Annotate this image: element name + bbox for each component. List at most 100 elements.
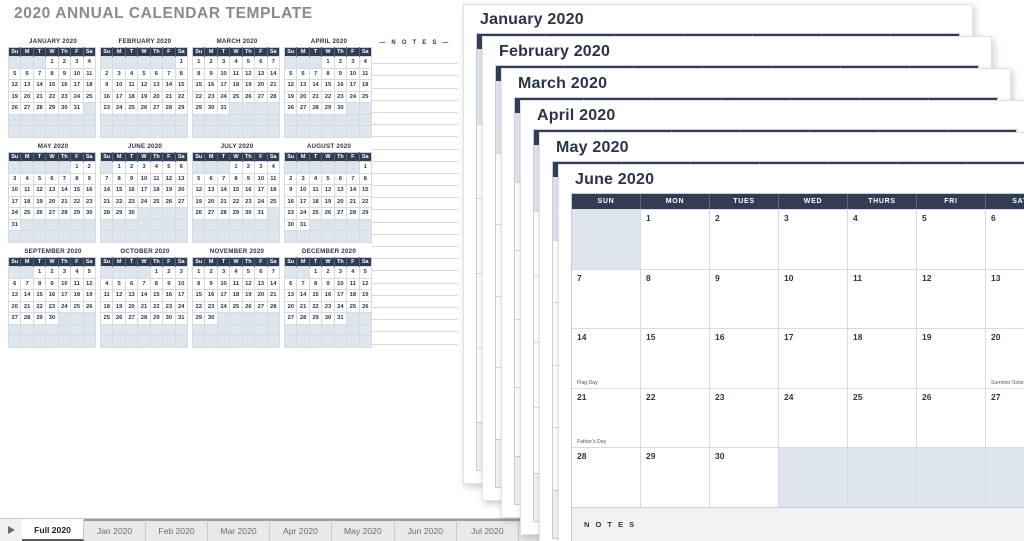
day-number: 26	[922, 391, 932, 402]
day-cell[interactable]: 16	[710, 329, 779, 388]
stacked-month-pages: January 2020 SUNMONTUESWEDTHURSFRI SAT Febr…	[0, 0, 1024, 541]
day-number: 14	[577, 332, 587, 343]
day-number: 8	[646, 272, 651, 283]
week-row: 7 8 9 10 11 12 13	[572, 268, 1024, 329]
day-cell[interactable]: 23	[710, 388, 779, 448]
day-cell[interactable]: 28	[572, 448, 641, 507]
day-cell[interactable]: 26	[917, 388, 986, 448]
day-number: 10	[784, 272, 794, 283]
day-cell[interactable]: 7	[572, 269, 641, 329]
sheet-tab-feb-2020[interactable]: Feb 2020	[146, 519, 208, 541]
day-number: 7	[577, 272, 582, 283]
day-number: 29	[646, 451, 656, 462]
day-cell[interactable]: 19	[917, 329, 986, 388]
weekday-header: MON	[641, 194, 710, 209]
day-cell[interactable]: 4	[848, 210, 917, 269]
day-cell[interactable]: 15	[641, 329, 710, 388]
month-page-title: May 2020	[556, 139, 629, 156]
weekday-header: WED	[779, 194, 848, 209]
day-cell[interactable]: 24	[779, 388, 848, 448]
day-number: 15	[646, 332, 656, 343]
weekday-header-row: SUNMONTUESWEDTHURSFRI SAT	[572, 194, 1024, 209]
week-row: 14 Flag Day 15 16 17 18 19 20 Summer Solstice	[572, 328, 1024, 388]
day-event-label: Flag Day	[577, 379, 598, 386]
day-cell-empty	[779, 448, 848, 507]
day-number: 16	[715, 332, 725, 343]
weekday-header: SAT	[1012, 198, 1024, 205]
month-page-june-2020[interactable]: June 2020SUNMONTUESWEDTHURSFRISAT1234567…	[558, 164, 1024, 541]
day-cell[interactable]: 20 Summer Solstice	[986, 329, 1024, 388]
sheet-tab-jan-2020[interactable]: Jan 2020	[84, 519, 146, 541]
day-cell[interactable]: 2	[710, 210, 779, 269]
day-number: 21	[577, 391, 587, 402]
day-cell[interactable]: 18	[848, 329, 917, 388]
day-number: 25	[853, 391, 863, 402]
day-cell-empty	[986, 448, 1024, 507]
day-number: 24	[784, 391, 794, 402]
day-cell[interactable]: 11	[848, 269, 917, 329]
sheet-tab-jun-2020[interactable]: Jun 2020	[394, 519, 457, 541]
day-cell[interactable]: 8	[641, 269, 710, 329]
day-cell[interactable]: 17	[779, 329, 848, 388]
sheet-tab-may-2020[interactable]: May 2020	[332, 519, 395, 541]
day-cell[interactable]: 29	[641, 448, 710, 507]
day-cell[interactable]: 27	[986, 388, 1024, 448]
day-number: 4	[853, 213, 858, 223]
day-cell[interactable]: 21 Father's Day	[572, 388, 641, 448]
day-number: 9	[715, 272, 720, 283]
month-notes-box[interactable]: N O T E S	[572, 506, 1024, 541]
weekday-header: SUN	[572, 194, 641, 209]
day-number: 30	[715, 451, 725, 462]
day-number: 13	[991, 272, 1001, 283]
weekday-header: TUES	[710, 194, 779, 209]
sheet-tab-jul-2020[interactable]: Jul 2020	[456, 519, 519, 541]
day-number: 17	[784, 332, 794, 343]
day-cell[interactable]: 14 Flag Day	[572, 329, 641, 388]
day-cell[interactable]: 22	[641, 388, 710, 448]
week-row: 21 Father's Day 22 23 24 25 26 27	[572, 387, 1024, 448]
day-cell[interactable]: 25	[848, 388, 917, 448]
day-event-label: Summer Solstice	[991, 379, 1024, 386]
day-event-label: Father's Day	[577, 439, 607, 446]
day-cell-empty	[848, 448, 917, 507]
day-number: 20	[991, 332, 1001, 343]
day-cell-empty	[917, 448, 986, 507]
day-number: 27	[991, 391, 1001, 402]
day-cell[interactable]: 3	[779, 210, 848, 269]
week-row: 28 29 30	[572, 447, 1024, 507]
sheet-tab-full-2020[interactable]: Full 2020	[22, 519, 84, 541]
month-grid: SUNMONTUESWEDTHURSFRISAT1234567891011121…	[571, 193, 1024, 541]
day-cell[interactable]: 13	[986, 269, 1024, 329]
week-row: 1 2 3 4 5 6	[572, 209, 1024, 269]
month-page-title: April 2020	[537, 107, 616, 124]
day-cell-empty	[572, 210, 641, 269]
day-cell[interactable]: 5	[917, 210, 986, 269]
day-number: 23	[715, 391, 725, 402]
day-cell[interactable]: 9	[710, 269, 779, 329]
day-number: 2	[715, 213, 720, 223]
sheet-tab-mar-2020[interactable]: Mar 2020	[208, 519, 270, 541]
month-notes-label: N O T E S	[584, 519, 637, 529]
day-number: 22	[646, 391, 656, 402]
day-cell[interactable]: 30	[710, 448, 779, 507]
day-number: 28	[577, 451, 587, 462]
day-number: 11	[853, 272, 862, 283]
day-number: 6	[991, 213, 996, 223]
weekday-header: THURS	[848, 194, 917, 209]
triangle-right-icon[interactable]	[0, 519, 22, 541]
day-number: 5	[922, 213, 927, 223]
month-page-title: February 2020	[499, 43, 611, 60]
day-cell[interactable]: 12	[917, 269, 986, 329]
calendar-template-screen: 2020 ANNUAL CALENDAR TEMPLATE JANUARY 20…	[0, 0, 1024, 541]
day-number: 3	[784, 213, 789, 223]
sheet-tab-apr-2020[interactable]: Apr 2020	[270, 519, 332, 541]
month-page-title: January 2020	[480, 11, 584, 28]
day-cell[interactable]: 1	[641, 210, 710, 269]
weekday-header: FRI	[917, 194, 986, 209]
month-page-title: June 2020	[575, 171, 655, 188]
day-cell[interactable]: 6	[986, 210, 1024, 269]
day-number: 1	[646, 213, 651, 223]
day-cell[interactable]: 10	[779, 269, 848, 329]
month-page-title: March 2020	[518, 75, 608, 92]
day-number: 19	[922, 332, 932, 343]
